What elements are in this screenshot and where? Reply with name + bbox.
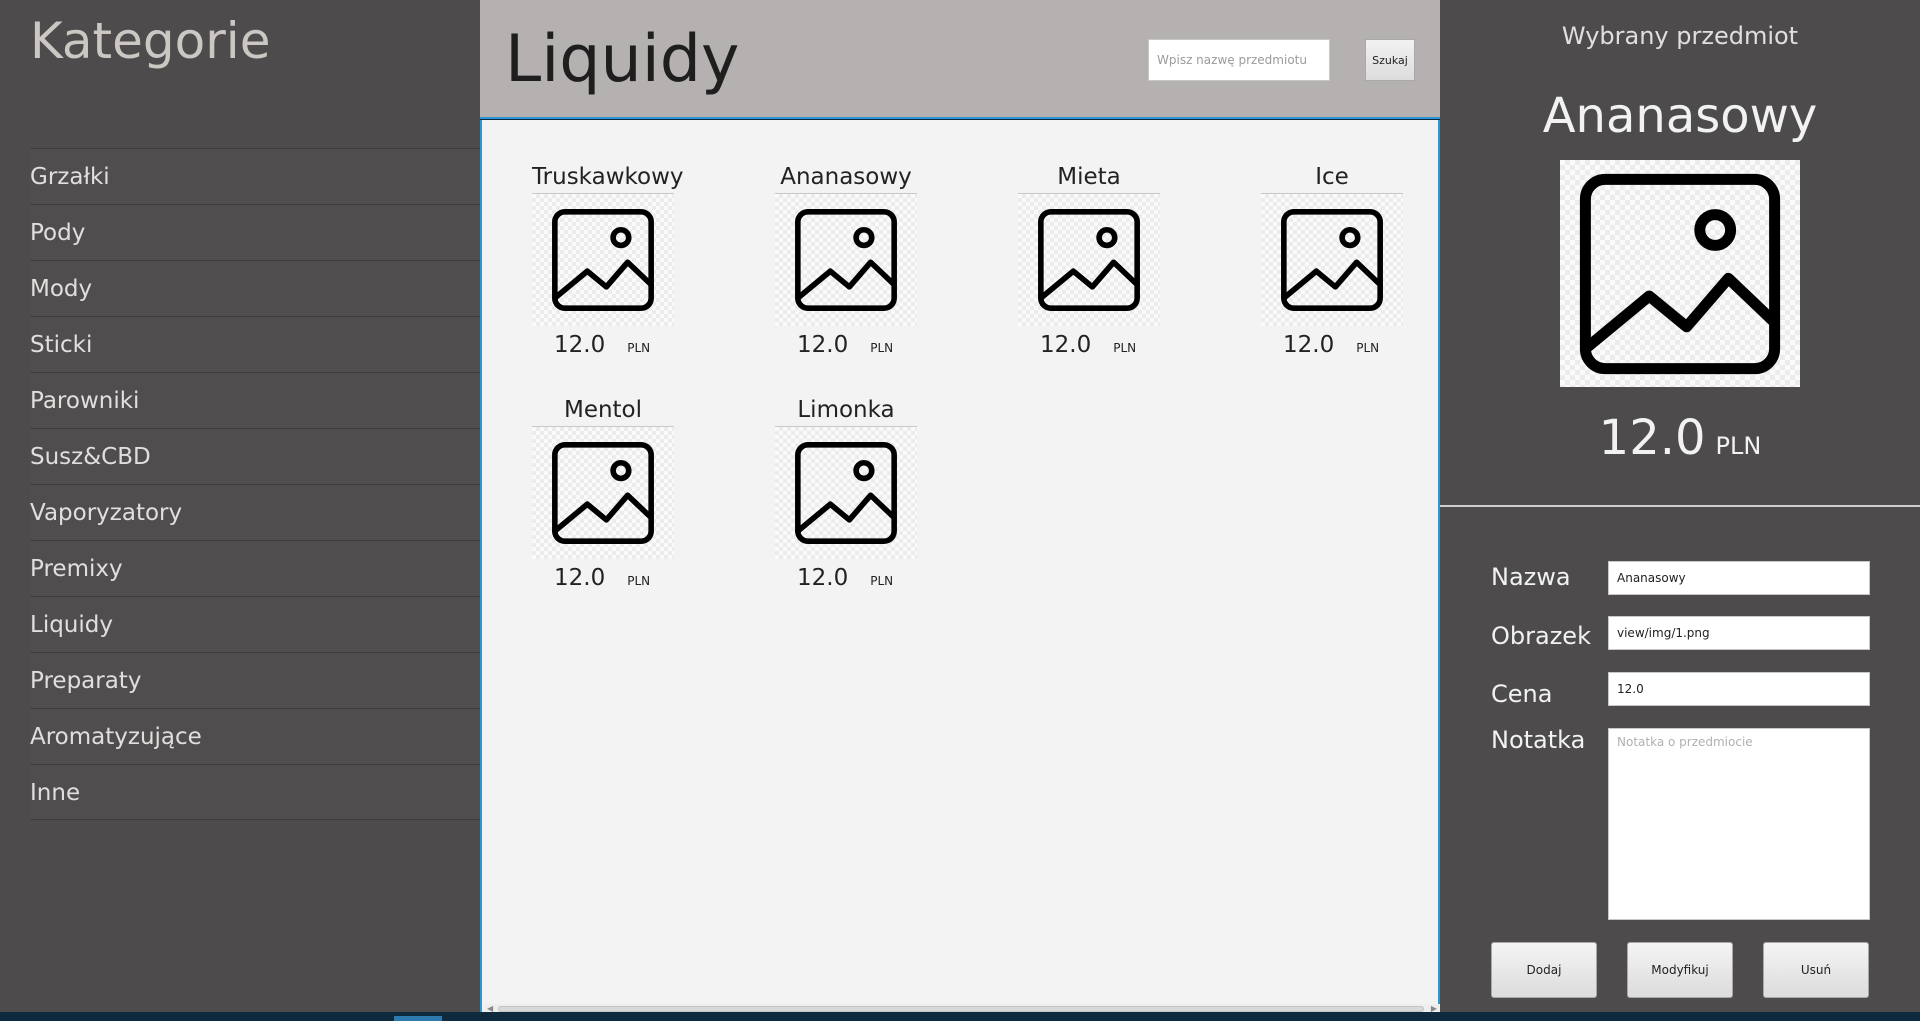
category-item[interactable]: Parowniki (30, 372, 480, 428)
price-amount: 12.0 (1598, 410, 1706, 466)
product-name: Truskawkowy (532, 160, 684, 194)
name-field[interactable] (1608, 561, 1870, 595)
categories-heading: Kategorie (30, 12, 271, 70)
category-item[interactable]: Vaporyzatory (30, 484, 480, 540)
category-item[interactable]: Sticki (30, 316, 480, 372)
price-currency: PLN (870, 341, 894, 355)
product-price: 12.0 PLN (532, 559, 674, 597)
price-currency: PLN (1715, 432, 1762, 460)
note-label: Notatka (1491, 726, 1586, 754)
selected-item-panel: Wybrany przedmiot Ananasowy 12.0 PLN Nazw… (1440, 0, 1920, 1012)
image-placeholder-icon (1018, 194, 1160, 326)
price-currency: PLN (1113, 341, 1137, 355)
category-header: Liquidy Szukaj (480, 0, 1440, 119)
category-item[interactable]: Grzałki (30, 148, 480, 204)
category-item[interactable]: Mody (30, 260, 480, 316)
price-currency: PLN (627, 574, 651, 588)
price-amount: 12.0 (1040, 332, 1092, 358)
page-title: Liquidy (505, 22, 740, 97)
image-placeholder-icon (1560, 160, 1800, 387)
product-price: 12.0 PLN (775, 559, 917, 597)
selected-item-name: Ananasowy (1542, 88, 1818, 144)
name-label: Nazwa (1491, 563, 1571, 591)
add-button[interactable]: Dodaj (1491, 942, 1597, 998)
category-item[interactable]: Premixy (30, 540, 480, 596)
price-currency: PLN (1356, 341, 1380, 355)
note-field[interactable] (1608, 728, 1870, 920)
price-field[interactable] (1608, 672, 1870, 706)
product-grid-pane[interactable]: Truskawkowy 12.0 PLN Ananasowy 12.0 PLN Mi… (480, 120, 1440, 1016)
image-path-field[interactable] (1608, 616, 1870, 650)
product-card[interactable]: Ice 12.0 PLN (1261, 160, 1403, 365)
price-amount: 12.0 (797, 565, 849, 591)
taskbar-active-indicator (394, 1016, 442, 1021)
selected-item-heading: Wybrany przedmiot (1561, 22, 1799, 50)
price-label: Cena (1491, 680, 1553, 708)
category-item[interactable]: Inne (30, 764, 480, 820)
image-label: Obrazek (1491, 622, 1591, 650)
product-card[interactable]: Mentol 12.0 PLN (532, 393, 674, 598)
product-name: Mieta (1018, 160, 1160, 194)
product-area: Liquidy Szukaj Truskawkowy 12.0 PLN Anana… (480, 0, 1440, 1016)
category-list: Grzałki Pody Mody Sticki Parowniki Susz&… (30, 148, 480, 820)
product-grid: Truskawkowy 12.0 PLN Ananasowy 12.0 PLN Mi… (532, 160, 1412, 598)
category-item[interactable]: Pody (30, 204, 480, 260)
product-price: 12.0 PLN (532, 326, 674, 364)
product-card[interactable]: Ananasowy 12.0 PLN (775, 160, 917, 365)
price-amount: 12.0 (797, 332, 849, 358)
product-card[interactable]: Limonka 12.0 PLN (775, 393, 917, 598)
price-amount: 12.0 (554, 565, 606, 591)
product-name: Ananasowy (775, 160, 917, 194)
image-placeholder-icon (532, 427, 674, 559)
image-placeholder-icon (1261, 194, 1403, 326)
selected-item-price: 12.0 PLN (1440, 410, 1920, 466)
category-item[interactable]: Susz&CBD (30, 428, 480, 484)
category-item[interactable]: Aromatyzujące (30, 708, 480, 764)
image-placeholder-icon (532, 194, 674, 326)
product-price: 12.0 PLN (775, 326, 917, 364)
price-currency: PLN (627, 341, 651, 355)
search-button[interactable]: Szukaj (1365, 39, 1415, 81)
product-price: 12.0 PLN (1018, 326, 1160, 364)
image-placeholder-icon (775, 194, 917, 326)
category-sidebar: Kategorie Grzałki Pody Mody Sticki Parow… (0, 0, 480, 1012)
category-item[interactable]: Liquidy (30, 596, 480, 652)
product-name: Limonka (775, 393, 917, 427)
category-item[interactable]: Preparaty (30, 652, 480, 708)
price-amount: 12.0 (554, 332, 606, 358)
delete-button[interactable]: Usuń (1763, 942, 1869, 998)
image-placeholder-icon (775, 427, 917, 559)
product-name: Ice (1261, 160, 1403, 194)
price-currency: PLN (870, 574, 894, 588)
product-card[interactable]: Mieta 12.0 PLN (1018, 160, 1160, 365)
taskbar (0, 1012, 1920, 1021)
divider (1440, 505, 1920, 507)
modify-button[interactable]: Modyfikuj (1627, 942, 1733, 998)
product-name: Mentol (532, 393, 674, 427)
search-input[interactable] (1148, 39, 1330, 81)
price-amount: 12.0 (1283, 332, 1335, 358)
product-price: 12.0 PLN (1261, 326, 1403, 364)
product-card[interactable]: Truskawkowy 12.0 PLN (532, 160, 684, 365)
